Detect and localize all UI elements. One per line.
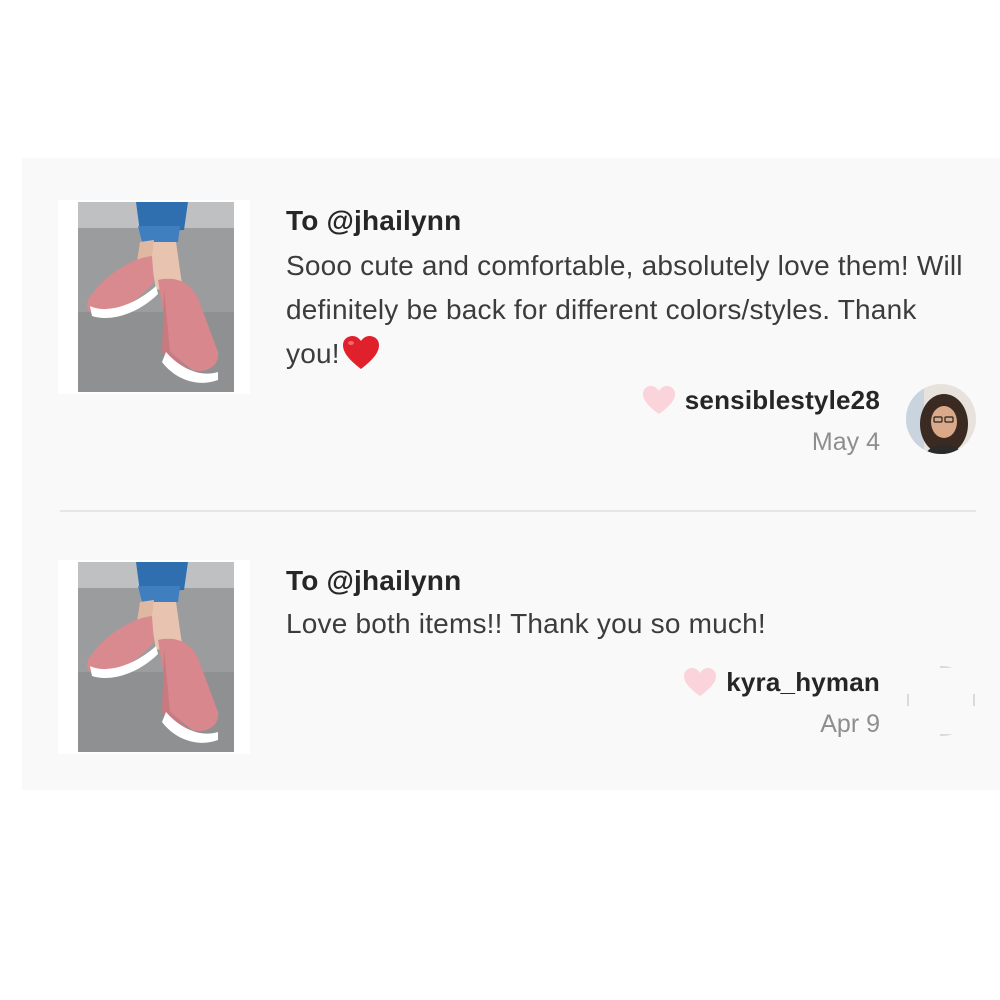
avatar-outline-marks <box>907 666 975 736</box>
review-card: To @jhailynn Sooo cute and comfortable, … <box>22 158 1000 510</box>
heart-outline-icon[interactable] <box>641 384 677 416</box>
review-message: Sooo cute and comfortable, absolutely lo… <box>286 244 966 376</box>
review-card: To @jhailynn Love both items!! Thank you… <box>22 510 1000 790</box>
red-heart-emoji-icon <box>342 336 379 369</box>
reviewer-username[interactable]: sensiblestyle28 <box>685 385 880 416</box>
review-recipient: To @jhailynn <box>286 565 462 596</box>
reviews-panel: To @jhailynn Sooo cute and comfortable, … <box>22 158 1000 790</box>
review-recipient: To @jhailynn <box>286 205 462 236</box>
reviewer-row: kyra_hyman <box>682 666 880 698</box>
review-message: Love both items!! Thank you so much! <box>286 608 766 639</box>
review-message-text: Sooo cute and comfortable, absolutely lo… <box>286 250 963 369</box>
product-photo <box>78 202 234 392</box>
review-date: Apr 9 <box>820 710 880 738</box>
heart-outline-icon[interactable] <box>682 666 718 698</box>
product-thumbnail[interactable] <box>58 560 250 754</box>
product-thumbnail[interactable] <box>58 200 250 394</box>
avatar[interactable] <box>906 384 976 454</box>
reviewer-row: sensiblestyle28 <box>641 384 880 416</box>
reviewer-username[interactable]: kyra_hyman <box>726 667 880 698</box>
review-date: May 4 <box>811 428 880 456</box>
product-photo <box>78 562 234 752</box>
avatar-placeholder[interactable] <box>906 666 976 736</box>
avatar-photo <box>906 384 976 454</box>
